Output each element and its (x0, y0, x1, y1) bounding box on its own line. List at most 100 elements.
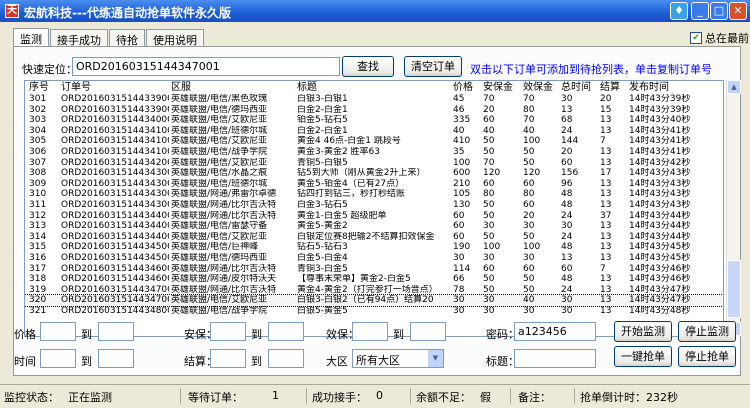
minimize-button[interactable]: _ (691, 2, 709, 20)
col-total-time-header[interactable]: 总时间 (561, 81, 591, 94)
time-min-input[interactable] (40, 349, 76, 368)
col-price-cell: 60 (453, 210, 465, 221)
col-title-cell: 青铜3-白金5 (297, 263, 348, 274)
col-deposit-header[interactable]: 安保金 (483, 81, 513, 94)
col-seq-cell: 319 (29, 284, 47, 295)
table-row[interactable]: 320 ORD20160315144347002 英雄联盟/电信/艾欧尼亚 白银3-白… (25, 294, 723, 307)
order-table[interactable]: 序号 订单号 区服 标题 价格 安保金 效保金 总时间 结算 发布时间 301 ORD2016031… (24, 80, 724, 337)
tab-success[interactable]: 接手成功 (50, 29, 108, 47)
clear-orders-button[interactable]: 清空订单 (404, 56, 462, 77)
table-row[interactable]: 314 ORD20160315144344003 英雄联盟/电信/艾欧尼亚 白银定位赛… (25, 231, 723, 243)
col-publish-time-cell: 14时43分43秒 (629, 168, 691, 179)
window-title: 宏航科技---代练通自动抢单软件永久版 (24, 6, 231, 20)
col-efficiency-header[interactable]: 效保金 (523, 81, 553, 94)
table-row[interactable]: 305 ORD20160315144341002 英雄联盟/电信/艾欧尼亚 黄金4 4… (25, 136, 723, 147)
col-deposit-cell: 50 (483, 231, 495, 242)
col-seq-cell: 316 (29, 253, 47, 263)
col-deposit-cell: 50 (483, 274, 495, 285)
table-row[interactable]: 318 ORD20160315144346002 英雄联盟/网通/皮尔特沃夫 【尊事末… (25, 274, 723, 285)
col-publish-time-header[interactable]: 发布时间 (629, 81, 669, 94)
col-order-no-cell: ORD20160315144347002 (61, 295, 169, 306)
col-publish-time-cell: 14时43分45秒 (629, 253, 691, 263)
col-order-no-header[interactable]: 订单号 (61, 81, 91, 94)
start-monitor-button[interactable]: 开始监测 (614, 321, 672, 342)
col-seq-header[interactable]: 序号 (29, 81, 49, 94)
success-value: 0 (376, 389, 383, 402)
title-filter-input[interactable] (514, 349, 596, 368)
col-total-time-cell: 60 (561, 157, 573, 168)
col-efficiency-cell: 60 (523, 178, 535, 189)
tab-monitor[interactable]: 监测 (13, 28, 49, 46)
table-row[interactable]: 319 ORD20160315144347001 英雄联盟/网通/比尔吉沃特 黄金4-… (25, 284, 723, 296)
deposit-max-input[interactable] (268, 322, 304, 341)
col-publish-time-cell: 14时43分44秒 (629, 221, 691, 232)
table-row[interactable]: 311 ORD20160315144343004 英雄联盟/网通/比尔吉沃特 白金3-… (25, 200, 723, 211)
col-order-no-cell: ORD20160315144341001 (61, 125, 169, 136)
col-price-cell: 190 (453, 242, 471, 253)
col-server-header[interactable]: 区服 (171, 81, 191, 94)
efficiency-max-input[interactable] (410, 322, 446, 341)
waiting-value: 1 (272, 389, 279, 402)
col-efficiency-cell: 100 (523, 242, 541, 253)
col-title-cell: 钻石5-钻石3 (297, 242, 348, 253)
table-row[interactable]: 313 ORD20160315144344002 英雄联盟/电信/雷瑟守备 黄金5-黄… (25, 221, 723, 232)
table-scrollbar[interactable]: ▲ ▼ (726, 80, 741, 337)
settle-min-input[interactable] (210, 349, 246, 368)
table-row[interactable]: 321 ORD20160315144348001 英雄联盟/电信/战争学院 白银5-黄… (25, 306, 723, 317)
scroll-up-icon[interactable]: ▲ (727, 80, 741, 94)
table-row[interactable]: 302 ORD20160315144339005 英雄联盟/电信/德玛西亚 白金2-白… (25, 105, 723, 116)
col-seq-cell: 320 (29, 295, 47, 306)
skin-icon[interactable]: ♦ (670, 2, 688, 20)
col-order-no-cell: ORD20160315144340003 (61, 115, 169, 126)
deposit-min-input[interactable] (210, 322, 246, 341)
table-row[interactable]: 308 ORD20160315144343001 英雄联盟/电信/水晶之痕 钻5到大师… (25, 168, 723, 179)
stop-grab-button[interactable]: 停止抢单 (678, 346, 736, 367)
col-price-cell: 114 (453, 263, 471, 274)
table-row[interactable]: 312 ORD20160315144344001 英雄联盟/网通/比尔吉沃特 黄金1-… (25, 210, 723, 222)
col-title-header[interactable]: 标题 (297, 81, 317, 94)
table-row[interactable]: 306 ORD20160315144341003 英雄联盟/电信/战争学院 黄金3-黄… (25, 147, 723, 158)
efficiency-min-input[interactable] (352, 322, 388, 341)
table-row[interactable]: 315 ORD20160315144345001 英雄联盟/电信/巨神峰 钻石5-钻石… (25, 242, 723, 253)
table-row[interactable]: 316 ORD20160315144345002 英雄联盟/电信/德玛西亚 白金5-白… (25, 253, 723, 264)
close-button[interactable]: ✕ (729, 2, 747, 20)
col-deposit-cell: 50 (483, 147, 495, 157)
col-seq-cell: 311 (29, 200, 47, 210)
table-row[interactable]: 303 ORD20160315144340003 英雄联盟/电信/艾欧尼亚 铂金5-钻… (25, 115, 723, 126)
col-price-header[interactable]: 价格 (453, 81, 473, 94)
price-max-input[interactable] (98, 322, 134, 341)
col-title-cell: 白银3-白银2（已有94点）结算20 (297, 295, 434, 306)
region-select[interactable]: 所有大区 ▼ (352, 349, 444, 368)
col-settle-header[interactable]: 结算 (600, 81, 620, 94)
password-input[interactable]: a123456 (514, 322, 596, 341)
table-row[interactable]: 309 ORD20160315144343002 英雄联盟/电信/班德尔城 黄金5-铂… (25, 178, 723, 190)
scroll-thumb[interactable] (727, 260, 741, 318)
price-min-input[interactable] (40, 322, 76, 341)
col-settle-cell: 20 (600, 94, 612, 104)
time-max-input[interactable] (98, 349, 134, 368)
col-order-no-cell: ORD20160315144341002 (61, 136, 169, 147)
settle-max-input[interactable] (268, 349, 304, 368)
always-on-top-toggle[interactable]: ✔ 总在最前 (690, 30, 749, 46)
tab-help[interactable]: 使用说明 (146, 29, 204, 47)
tab-pending[interactable]: 待抢 (109, 29, 145, 47)
col-server-cell: 英雄联盟/电信/水晶之痕 (171, 168, 268, 179)
chevron-down-icon[interactable]: ▼ (428, 350, 443, 367)
maximize-button[interactable]: □ (710, 2, 728, 20)
col-deposit-cell: 50 (483, 210, 495, 221)
table-row[interactable]: 310 ORD20160315144343003 英雄联盟/网通/弗雷尔卓德 钻四打到… (25, 189, 723, 200)
stop-monitor-button[interactable]: 停止监测 (678, 321, 736, 342)
col-settle-cell: 13 (600, 147, 612, 157)
col-settle-cell: 13 (600, 157, 612, 168)
col-publish-time-cell: 14时43分40秒 (629, 115, 691, 126)
table-row[interactable]: 301 ORD20160315144339004 英雄联盟/电信/黑色玫瑰 白银3-白… (25, 94, 723, 105)
order-search-input[interactable]: ORD20160315144347001 (72, 57, 340, 76)
col-title-cell: 白银5-黄金5 (297, 306, 348, 316)
col-server-cell: 英雄联盟/网通/比尔吉沃特 (171, 263, 277, 274)
table-row[interactable]: 317 ORD20160315144346001 英雄联盟/网通/比尔吉沃特 青铜3-… (25, 263, 723, 275)
grab-one-button[interactable]: 一键抢单 (614, 346, 672, 367)
table-row[interactable]: 304 ORD20160315144341001 英雄联盟/电信/班德尔城 白金2-白… (25, 125, 723, 137)
table-row[interactable]: 307 ORD20160315144342001 英雄联盟/电信/艾欧尼亚 青铜5-白… (25, 157, 723, 169)
checkbox-icon[interactable]: ✔ (690, 32, 702, 44)
find-button[interactable]: 查找 (342, 56, 394, 77)
